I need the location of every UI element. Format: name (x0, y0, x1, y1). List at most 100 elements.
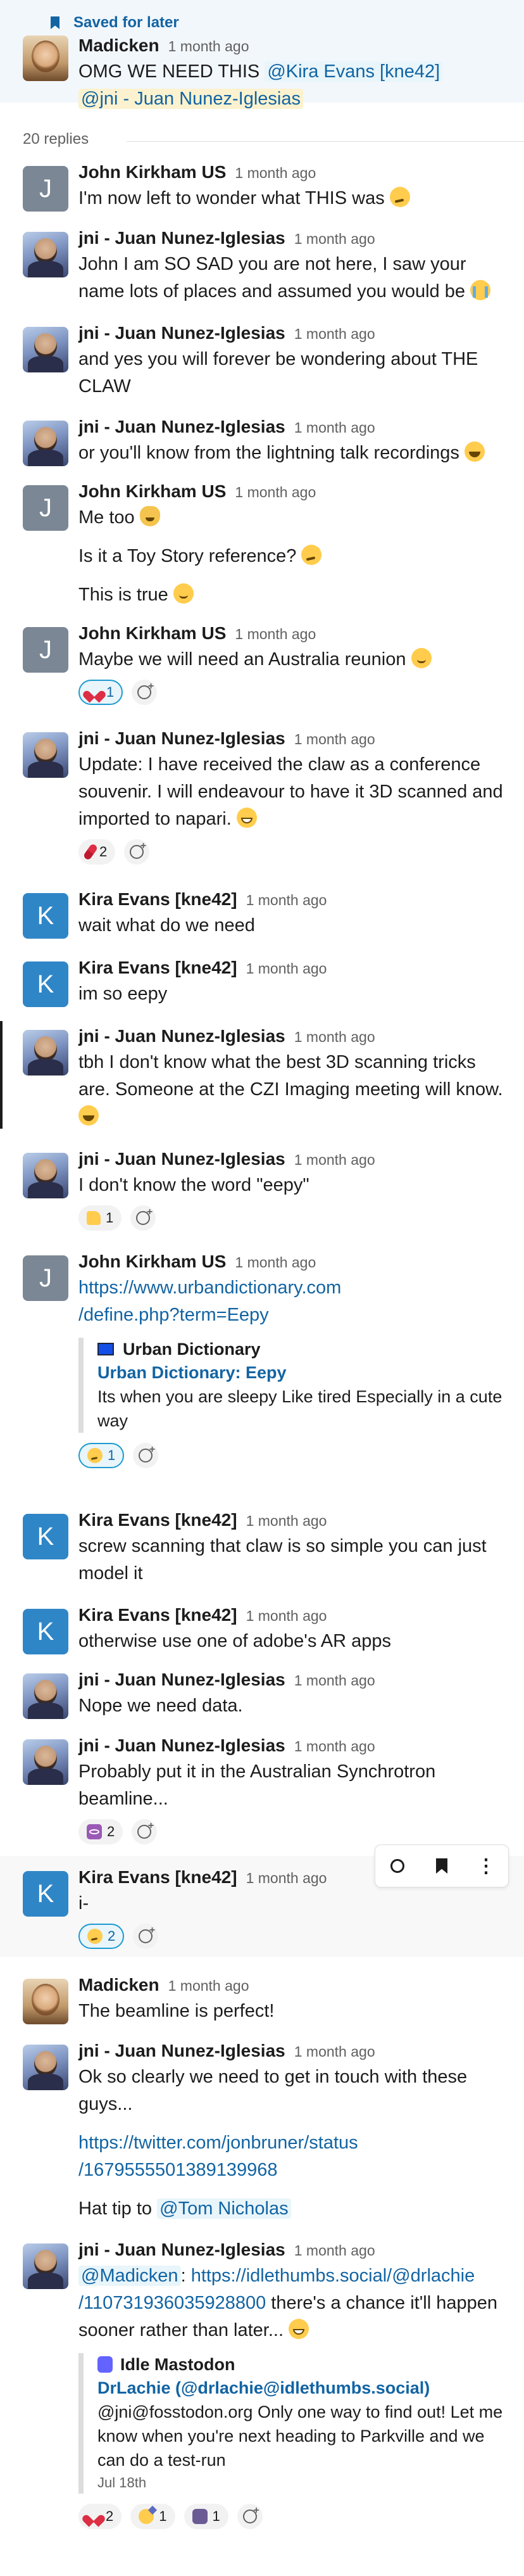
author-name[interactable]: jni - Juan Nunez-Iglesias (78, 728, 285, 749)
author-name[interactable]: jni - Juan Nunez-Iglesias (78, 417, 285, 437)
timestamp[interactable]: 1 month ago (246, 1513, 327, 1530)
avatar[interactable] (23, 35, 68, 81)
avatar[interactable] (23, 2045, 68, 2090)
author-name[interactable]: jni - Juan Nunez-Iglesias (78, 1149, 285, 1169)
avatar[interactable]: J (23, 1255, 68, 1301)
timestamp[interactable]: 1 month ago (294, 326, 375, 343)
author-name[interactable]: Kira Evans [kne42] (78, 889, 237, 910)
thinking-face-icon (87, 1929, 103, 1944)
timestamp[interactable]: 1 month ago (235, 165, 316, 182)
timestamp[interactable]: 1 month ago (246, 1870, 327, 1887)
avatar[interactable] (23, 327, 68, 372)
author-name[interactable]: Kira Evans [kne42] (78, 1867, 237, 1888)
add-reaction-button[interactable] (133, 1924, 159, 1949)
timestamp[interactable]: 1 month ago (168, 38, 249, 55)
message-link[interactable]: /110731936035928800 (78, 2293, 266, 2313)
add-reaction-icon[interactable] (386, 1855, 409, 1877)
timestamp[interactable]: 1 month ago (246, 1608, 327, 1625)
avatar[interactable]: K (23, 1514, 68, 1559)
add-reaction-button[interactable] (132, 1819, 158, 1844)
author-name[interactable]: jni - Juan Nunez-Iglesias (78, 323, 285, 343)
author-name[interactable]: Kira Evans [kne42] (78, 1510, 237, 1530)
author-name[interactable]: jni - Juan Nunez-Iglesias (78, 1026, 285, 1046)
timestamp[interactable]: 1 month ago (235, 1254, 316, 1271)
cat-face-icon (139, 506, 160, 526)
timestamp[interactable]: 1 month ago (294, 2242, 375, 2259)
avatar[interactable] (23, 1673, 68, 1719)
message-link[interactable]: https://idlethumbs.social/@drlachie (191, 2266, 475, 2286)
avatar[interactable] (23, 232, 68, 277)
avatar[interactable] (23, 1153, 68, 1198)
avatar[interactable] (23, 732, 68, 778)
timestamp[interactable]: 1 month ago (235, 484, 316, 501)
author-name[interactable]: John Kirkham US (78, 623, 226, 644)
author-name[interactable]: jni - Juan Nunez-Iglesias (78, 228, 285, 248)
author-name[interactable]: Kira Evans [kne42] (78, 958, 237, 978)
mention[interactable]: @Kira Evans [kne42] (265, 61, 443, 82)
avatar[interactable]: J (23, 627, 68, 673)
avatar[interactable]: K (23, 893, 68, 939)
author-name[interactable]: jni - Juan Nunez-Iglesias (78, 2240, 285, 2260)
timestamp[interactable]: 1 month ago (168, 1977, 249, 1995)
timestamp[interactable]: 1 month ago (294, 1152, 375, 1169)
avatar[interactable] (23, 1030, 68, 1075)
save-bookmark-icon[interactable] (430, 1855, 453, 1877)
add-reaction-button[interactable] (133, 1443, 159, 1468)
reaction-heart[interactable]: 2 (78, 2504, 122, 2529)
message-link[interactable]: https://www.urbandictionary.com/define.p… (78, 1274, 509, 1329)
reaction-thumbs-up[interactable]: 1 (78, 1205, 122, 1231)
timestamp[interactable]: 1 month ago (294, 731, 375, 748)
avatar[interactable] (23, 2243, 68, 2289)
timestamp[interactable]: 1 month ago (246, 892, 327, 909)
author-name[interactable]: John Kirkham US (78, 162, 226, 182)
preview-title[interactable]: DrLachie (@drlachie@idlethumbs.social) (97, 2376, 509, 2400)
reaction-pill[interactable]: 2 (78, 839, 116, 865)
timestamp[interactable]: 1 month ago (294, 1738, 375, 1755)
timestamp[interactable]: 1 month ago (294, 2043, 375, 2060)
timestamp[interactable]: 1 month ago (294, 1029, 375, 1046)
link-preview[interactable]: Urban Dictionary Urban Dictionary: Eepy … (78, 1338, 509, 1433)
add-reaction-button[interactable] (124, 839, 150, 865)
thinking-face-icon (87, 1448, 103, 1463)
message-link[interactable]: https://twitter.com/jonbruner/status/167… (78, 2129, 509, 2184)
avatar[interactable]: K (23, 1609, 68, 1654)
author-name[interactable]: jni - Juan Nunez-Iglesias (78, 1735, 285, 1756)
link-preview[interactable]: Idle Mastodon DrLachie (@drlachie@idleth… (78, 2353, 509, 2494)
mention[interactable]: @Tom Nicholas (157, 2198, 291, 2219)
reaction-sparkle[interactable]: 1 (130, 2504, 175, 2529)
message-text: otherwise use one of adobe's AR apps (78, 1631, 392, 1651)
mention[interactable]: @jni - Juan Nunez-Iglesias (78, 89, 303, 109)
avatar[interactable]: J (23, 166, 68, 212)
reaction-heart[interactable]: 1 (78, 680, 123, 705)
preview-title[interactable]: Urban Dictionary: Eepy (97, 1361, 509, 1385)
timestamp[interactable]: 1 month ago (294, 1672, 375, 1689)
reactions: 2 (78, 838, 509, 866)
reaction-thinking[interactable]: 2 (78, 1924, 125, 1949)
author-name[interactable]: jni - Juan Nunez-Iglesias (78, 2041, 285, 2061)
avatar[interactable] (23, 1979, 68, 2024)
author-name[interactable]: Madicken (78, 35, 159, 56)
message: K Kira Evans [kne42] 1 month ago otherwis… (0, 1605, 524, 1655)
mention[interactable]: @Madicken (78, 2266, 181, 2286)
more-actions-icon[interactable] (475, 1855, 497, 1877)
add-reaction-button[interactable] (130, 1205, 156, 1231)
reaction-atom[interactable]: 2 (78, 1819, 123, 1844)
avatar[interactable]: J (23, 485, 68, 531)
author-name[interactable]: Madicken (78, 1975, 159, 1995)
avatar[interactable]: K (23, 1871, 68, 1917)
timestamp[interactable]: 1 month ago (294, 231, 375, 248)
avatar[interactable] (23, 421, 68, 466)
timestamp[interactable]: 1 month ago (235, 626, 316, 643)
author-name[interactable]: John Kirkham US (78, 1252, 226, 1272)
timestamp[interactable]: 1 month ago (246, 960, 327, 977)
timestamp[interactable]: 1 month ago (294, 419, 375, 436)
add-reaction-button[interactable] (237, 2504, 263, 2529)
reaction-thinking[interactable]: 1 (78, 1443, 125, 1468)
author-name[interactable]: Kira Evans [kne42] (78, 1605, 237, 1625)
add-reaction-button[interactable] (132, 680, 158, 705)
author-name[interactable]: jni - Juan Nunez-Iglesias (78, 1670, 285, 1690)
avatar[interactable]: K (23, 961, 68, 1007)
author-name[interactable]: John Kirkham US (78, 481, 226, 502)
avatar[interactable] (23, 1739, 68, 1785)
reaction-mascot[interactable]: 1 (184, 2504, 228, 2529)
